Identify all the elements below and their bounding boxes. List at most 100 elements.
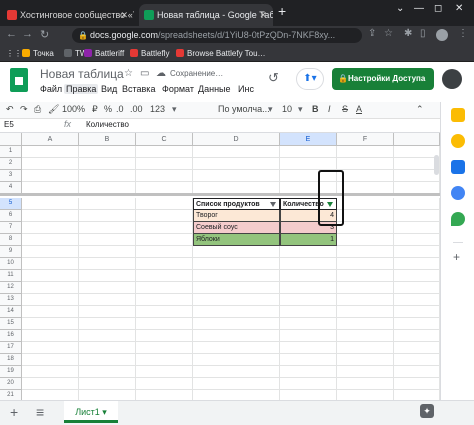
cell[interactable] (136, 294, 193, 306)
explore-icon[interactable]: ✦ (420, 404, 434, 418)
cell[interactable] (394, 270, 440, 282)
row-header[interactable]: 13 (0, 294, 22, 306)
move-folder-icon[interactable]: ▭ (140, 68, 149, 79)
cell[interactable] (79, 234, 136, 246)
collapse-toolbar-icon[interactable]: ⌃ (416, 104, 424, 115)
font-size-select[interactable]: 10 (282, 104, 292, 114)
star-icon[interactable]: ☆ (124, 68, 133, 79)
maps-icon[interactable] (451, 212, 465, 226)
cell[interactable] (79, 258, 136, 270)
cell[interactable] (337, 222, 394, 234)
text-color-button[interactable]: A (356, 104, 362, 114)
increase-decimals-button[interactable]: .00 (130, 104, 143, 114)
cell[interactable] (79, 342, 136, 354)
cell[interactable] (136, 222, 193, 234)
cell[interactable] (22, 306, 79, 318)
cell[interactable] (79, 158, 136, 170)
cell[interactable] (193, 330, 280, 342)
cell[interactable] (193, 366, 280, 378)
row-header[interactable]: 1 (0, 146, 22, 158)
font-select[interactable]: По умолча... (218, 104, 270, 114)
profile-avatar[interactable] (436, 29, 448, 41)
cell[interactable] (136, 378, 193, 390)
row-header[interactable]: 18 (0, 354, 22, 366)
forward-icon[interactable]: → (22, 28, 33, 40)
contacts-icon[interactable] (451, 186, 465, 200)
cell[interactable] (136, 210, 193, 222)
cell[interactable] (337, 246, 394, 258)
cell[interactable] (22, 146, 79, 158)
cell[interactable] (280, 258, 337, 270)
bookmark-item[interactable]: Browse Battlefy Tou… (176, 45, 266, 62)
extensions-icon[interactable]: ✱ (404, 28, 412, 39)
cell[interactable] (136, 366, 193, 378)
maximize-button[interactable]: ◻ (434, 3, 442, 14)
cell[interactable] (337, 234, 394, 246)
account-avatar[interactable] (442, 69, 462, 89)
bold-button[interactable]: B (312, 104, 319, 114)
tab-search-icon[interactable]: ⌄ (396, 3, 404, 14)
cell[interactable] (79, 282, 136, 294)
cell[interactable] (193, 342, 280, 354)
cell[interactable] (280, 294, 337, 306)
cell[interactable] (394, 342, 440, 354)
document-title[interactable]: Новая таблица (40, 67, 124, 81)
cell[interactable] (394, 330, 440, 342)
menu-file[interactable]: Файл (40, 84, 62, 94)
cell[interactable] (394, 390, 440, 400)
cell[interactable] (193, 318, 280, 330)
row-header[interactable]: 9 (0, 246, 22, 258)
row-header[interactable]: 15 (0, 318, 22, 330)
cell[interactable] (394, 294, 440, 306)
cell[interactable] (280, 146, 337, 158)
cell[interactable] (280, 354, 337, 366)
cell[interactable] (337, 318, 394, 330)
reload-icon[interactable]: ↻ (40, 28, 49, 41)
cell[interactable] (136, 258, 193, 270)
cell[interactable] (22, 210, 79, 222)
row-header[interactable]: 5 (0, 198, 22, 210)
cell[interactable] (22, 258, 79, 270)
cell[interactable] (79, 210, 136, 222)
formula-input[interactable]: Количество (86, 120, 129, 129)
strikethrough-button[interactable]: S (342, 104, 348, 114)
tasks-icon[interactable] (451, 134, 465, 148)
cell[interactable] (22, 282, 79, 294)
cell[interactable] (280, 342, 337, 354)
cell[interactable] (136, 146, 193, 158)
select-all-corner[interactable] (0, 133, 22, 146)
cell[interactable] (136, 158, 193, 170)
product-cell[interactable]: Творог (193, 210, 280, 222)
cell[interactable] (136, 330, 193, 342)
cell[interactable] (193, 294, 280, 306)
cell[interactable] (193, 390, 280, 400)
cell[interactable] (394, 246, 440, 258)
row-header[interactable]: 12 (0, 282, 22, 294)
italic-button[interactable]: I (328, 104, 331, 114)
cell[interactable] (22, 318, 79, 330)
row-header[interactable]: 8 (0, 234, 22, 246)
menu-data[interactable]: Данные (198, 84, 231, 94)
row-header[interactable]: 20 (0, 378, 22, 390)
row-header[interactable]: 11 (0, 270, 22, 282)
cell[interactable] (193, 158, 280, 170)
cell[interactable] (394, 378, 440, 390)
cell[interactable] (337, 342, 394, 354)
add-sheet-button[interactable]: + (10, 404, 18, 420)
cell[interactable] (193, 354, 280, 366)
cell[interactable] (280, 306, 337, 318)
cell[interactable] (79, 318, 136, 330)
cell[interactable] (22, 246, 79, 258)
cell[interactable] (79, 170, 136, 182)
calendar-icon[interactable] (451, 160, 465, 174)
cell[interactable] (394, 210, 440, 222)
vertical-scrollbar[interactable] (434, 155, 439, 175)
column-header[interactable]: B (79, 133, 136, 146)
cell[interactable] (136, 390, 193, 400)
zoom-select[interactable]: 100% (62, 104, 85, 114)
cell[interactable] (22, 294, 79, 306)
undo-icon[interactable]: ↶ (6, 104, 14, 115)
cell[interactable] (280, 378, 337, 390)
number-format-button[interactable]: 123 (150, 104, 165, 114)
cell[interactable] (280, 246, 337, 258)
